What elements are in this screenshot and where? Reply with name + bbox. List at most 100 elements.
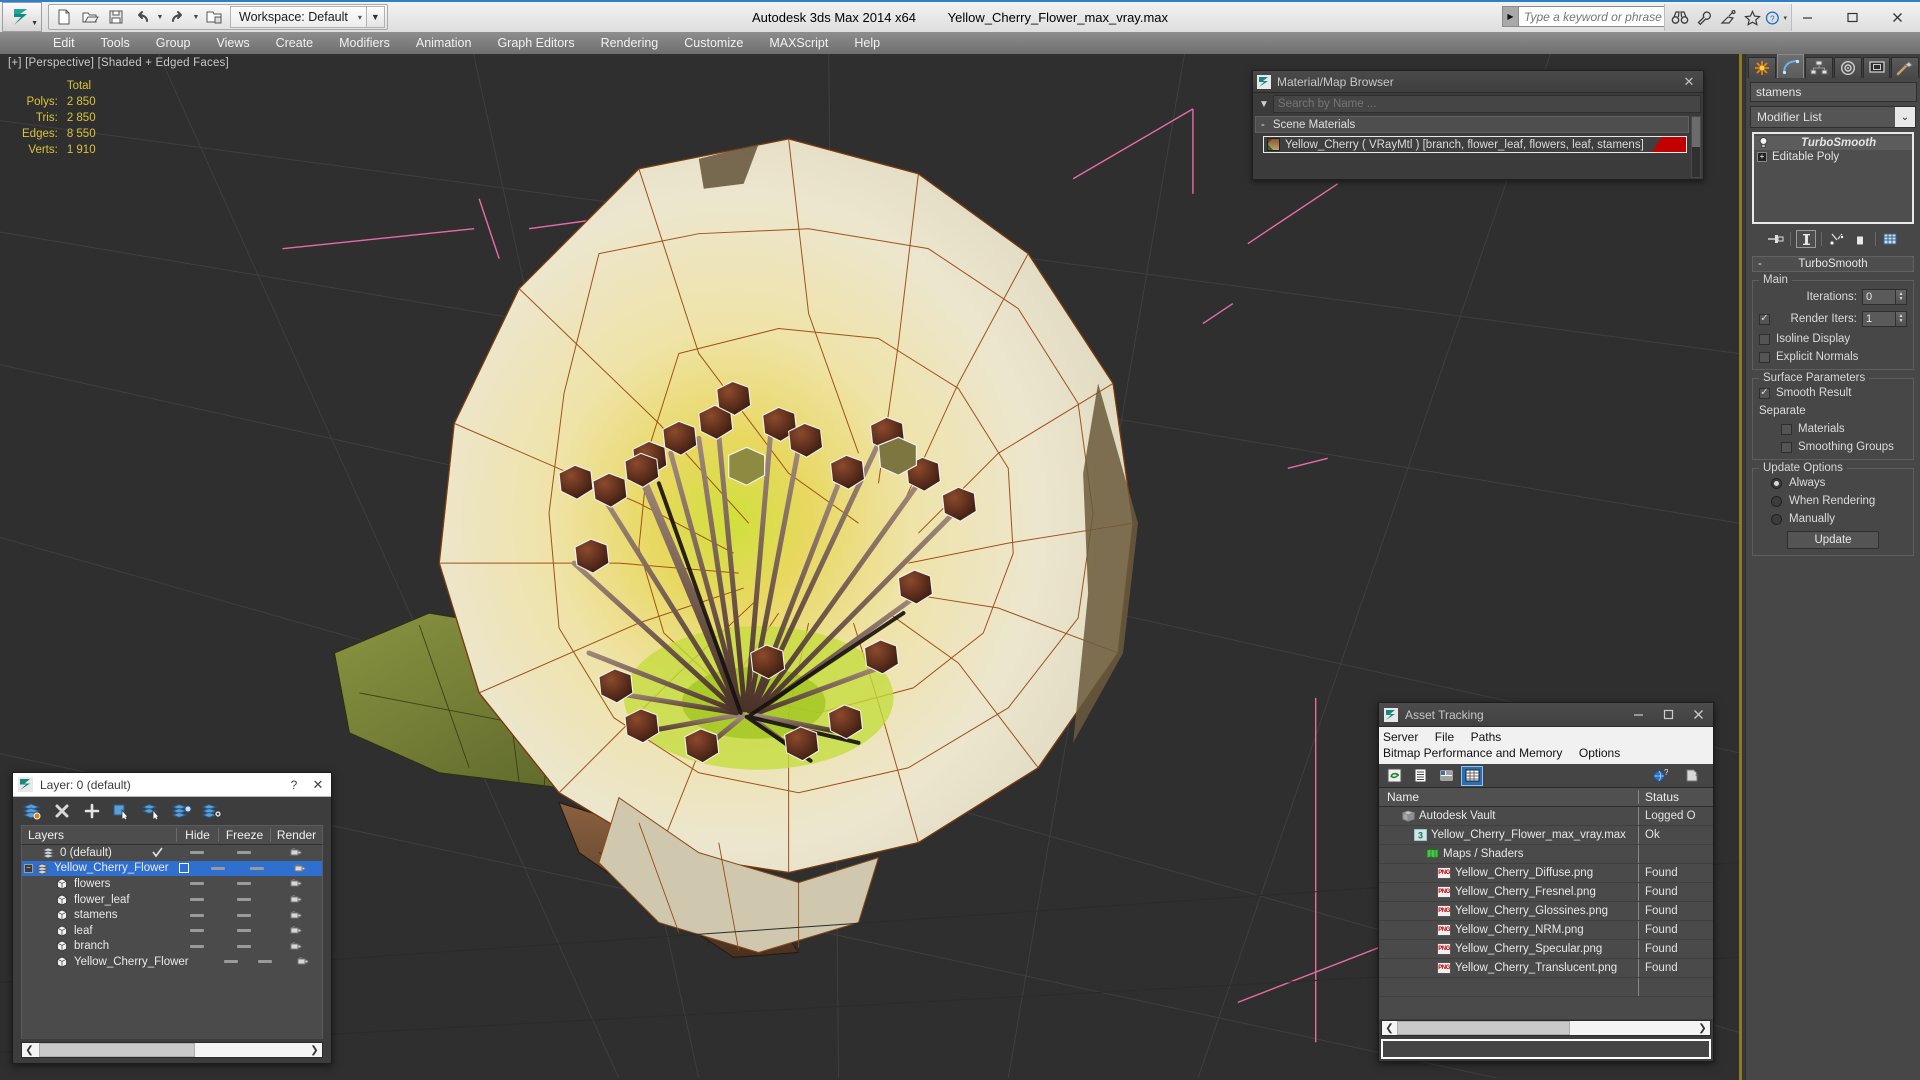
layer-active-checkmark[interactable] bbox=[138, 847, 176, 858]
modify-tab[interactable] bbox=[1776, 54, 1805, 78]
search-dropdown-icon[interactable]: ▶ bbox=[1502, 6, 1518, 27]
layer-active-checkbox[interactable] bbox=[169, 863, 201, 874]
menu-maxscript[interactable]: MAXScript bbox=[756, 32, 841, 54]
table-row[interactable]: PNG Yellow_Cherry_Diffuse.png Found bbox=[1379, 864, 1713, 883]
create-new-layer-icon[interactable] bbox=[21, 800, 43, 822]
list-item[interactable]: leaf bbox=[22, 923, 322, 939]
at-menu-server[interactable]: Server bbox=[1383, 730, 1418, 744]
column-layers-header[interactable]: Layers bbox=[22, 828, 138, 842]
save-file-icon[interactable] bbox=[103, 6, 129, 28]
list-item[interactable]: flower_leaf bbox=[22, 892, 322, 908]
render-iters-value[interactable]: 1 bbox=[1862, 311, 1896, 327]
table-row[interactable]: Maps / Shaders bbox=[1379, 845, 1713, 864]
at-menu-options[interactable]: Options bbox=[1579, 746, 1620, 760]
at-menu-file[interactable]: File bbox=[1435, 730, 1454, 744]
undo-dropdown-icon[interactable]: ▼ bbox=[155, 14, 165, 21]
select-highlighted-objects-icon[interactable] bbox=[141, 800, 163, 822]
menu-animation[interactable]: Animation bbox=[403, 32, 485, 54]
hide-toggle[interactable] bbox=[176, 913, 218, 917]
iterations-value[interactable]: 0 bbox=[1862, 289, 1896, 305]
table-row[interactable]: PNG Yellow_Cherry_Fresnel.png Found bbox=[1379, 883, 1713, 902]
pin-stack-icon[interactable] bbox=[1765, 230, 1785, 248]
refresh-icon[interactable] bbox=[1383, 766, 1405, 786]
wrench-icon[interactable] bbox=[1693, 7, 1715, 29]
freeze-toggle[interactable] bbox=[218, 898, 270, 902]
configure-modifier-sets-icon[interactable] bbox=[1881, 230, 1901, 248]
material-list-scrollbar[interactable] bbox=[1691, 116, 1701, 178]
hide-toggle[interactable] bbox=[176, 929, 218, 933]
asset-tracking-maximize-button[interactable] bbox=[1653, 704, 1683, 726]
layer-manager-window[interactable]: Layer: 0 (default) ? ✕ Layers Hide Freez… bbox=[12, 772, 332, 1064]
binoculars-icon[interactable] bbox=[1669, 7, 1691, 29]
workspace-dropdown-button[interactable]: ▼ bbox=[366, 6, 385, 28]
freeze-toggle[interactable] bbox=[218, 882, 270, 886]
hide-toggle[interactable] bbox=[176, 851, 218, 855]
rollout-collapse-icon[interactable]: - bbox=[1758, 258, 1762, 270]
hide-toggle[interactable] bbox=[200, 866, 235, 870]
update-when-rendering-radio[interactable] bbox=[1771, 495, 1782, 507]
at-menu-paths[interactable]: Paths bbox=[1471, 730, 1502, 744]
render-toggle[interactable] bbox=[270, 847, 322, 858]
search-input[interactable] bbox=[1518, 6, 1682, 27]
scroll-right-icon[interactable]: ❯ bbox=[1695, 1023, 1710, 1034]
scene-materials-collapse-icon[interactable]: - bbox=[1261, 119, 1265, 131]
modifier-stack-item-turbosmooth[interactable]: TurboSmooth bbox=[1754, 136, 1912, 150]
chevron-down-icon[interactable]: ⌄ bbox=[1895, 107, 1915, 127]
modifier-stack[interactable]: TurboSmooth + Editable Poly bbox=[1752, 132, 1914, 224]
render-iters-checkbox[interactable] bbox=[1759, 313, 1770, 325]
explicit-normals-checkbox[interactable] bbox=[1759, 351, 1770, 363]
menu-group[interactable]: Group bbox=[143, 32, 204, 54]
menu-views[interactable]: Views bbox=[203, 32, 262, 54]
close-button[interactable] bbox=[1875, 2, 1920, 32]
list-item[interactable]: branch bbox=[22, 939, 322, 955]
smooth-result-checkbox[interactable] bbox=[1759, 387, 1770, 399]
column-name-header[interactable]: Name bbox=[1379, 790, 1639, 804]
table-row[interactable]: PNG Yellow_Cherry_Translucent.png Found bbox=[1379, 959, 1713, 978]
layer-manager-hscrollbar[interactable]: ❮ ❯ bbox=[21, 1042, 323, 1058]
hide-toggle[interactable] bbox=[216, 960, 246, 964]
render-toggle[interactable] bbox=[279, 863, 322, 874]
render-toggle[interactable] bbox=[270, 910, 322, 921]
remove-modifier-icon[interactable] bbox=[1850, 230, 1870, 248]
update-always-row[interactable]: Always bbox=[1759, 477, 1907, 489]
menu-modifiers[interactable]: Modifiers bbox=[326, 32, 403, 54]
open-file-icon[interactable] bbox=[77, 6, 103, 28]
app-logo-button[interactable]: ▼ bbox=[2, 2, 42, 32]
asset-tracking-minimize-button[interactable] bbox=[1623, 704, 1653, 726]
hide-toggle[interactable] bbox=[176, 898, 218, 902]
table-row[interactable]: PNG Yellow_Cherry_NRM.png Found bbox=[1379, 921, 1713, 940]
help-globe-icon[interactable]: ? bbox=[1649, 766, 1671, 786]
render-toggle[interactable] bbox=[270, 894, 322, 905]
freeze-toggle[interactable] bbox=[235, 866, 278, 870]
asset-tracking-close-button[interactable] bbox=[1683, 704, 1713, 726]
update-always-radio[interactable] bbox=[1771, 477, 1782, 489]
scene-materials-group[interactable]: - Scene Materials bbox=[1255, 116, 1689, 133]
menu-customize[interactable]: Customize bbox=[671, 32, 756, 54]
make-unique-icon[interactable] bbox=[1827, 230, 1847, 248]
material-list-item[interactable]: Yellow_Cherry ( VRayMtl ) [branch, flowe… bbox=[1263, 136, 1687, 153]
column-hide-header[interactable]: Hide bbox=[176, 828, 218, 842]
asset-tracking-window[interactable]: Asset Tracking Server File Paths Bitmap … bbox=[1378, 702, 1714, 1062]
iterations-spinner[interactable]: ▲ ▼ bbox=[1896, 289, 1907, 305]
table-row[interactable]: PNG Yellow_Cherry_Glossines.png Found bbox=[1379, 902, 1713, 921]
table-row[interactable]: PNG Yellow_Cherry_Specular.png Found bbox=[1379, 940, 1713, 959]
detail-view-icon[interactable] bbox=[1435, 766, 1457, 786]
freeze-toggle[interactable] bbox=[218, 913, 270, 917]
menu-create[interactable]: Create bbox=[263, 32, 327, 54]
hscroll-thumb[interactable] bbox=[1397, 1021, 1570, 1035]
show-end-result-icon[interactable] bbox=[1796, 230, 1816, 248]
expand-collapse-icon[interactable]: − bbox=[24, 863, 33, 873]
help-page-icon[interactable]: ? bbox=[1681, 766, 1703, 786]
display-tab[interactable] bbox=[1862, 57, 1891, 78]
freeze-toggle[interactable] bbox=[247, 960, 285, 964]
table-row[interactable]: 3 Yellow_Cherry_Flower_max_vray.max Ok bbox=[1379, 826, 1713, 845]
list-item[interactable]: Yellow_Cherry_Flower bbox=[22, 954, 322, 970]
menu-help[interactable]: Help bbox=[841, 32, 893, 54]
hscroll-track[interactable] bbox=[1397, 1021, 1695, 1035]
material-browser-close-icon[interactable]: ✕ bbox=[1679, 74, 1699, 90]
list-item[interactable]: − Yellow_Cherry_Flower bbox=[22, 860, 322, 877]
undo-icon[interactable] bbox=[129, 6, 155, 28]
create-tab[interactable] bbox=[1748, 57, 1776, 78]
grid-view-icon[interactable] bbox=[1461, 765, 1483, 786]
asset-tracking-hscrollbar[interactable]: ❮ ❯ bbox=[1381, 1020, 1711, 1036]
